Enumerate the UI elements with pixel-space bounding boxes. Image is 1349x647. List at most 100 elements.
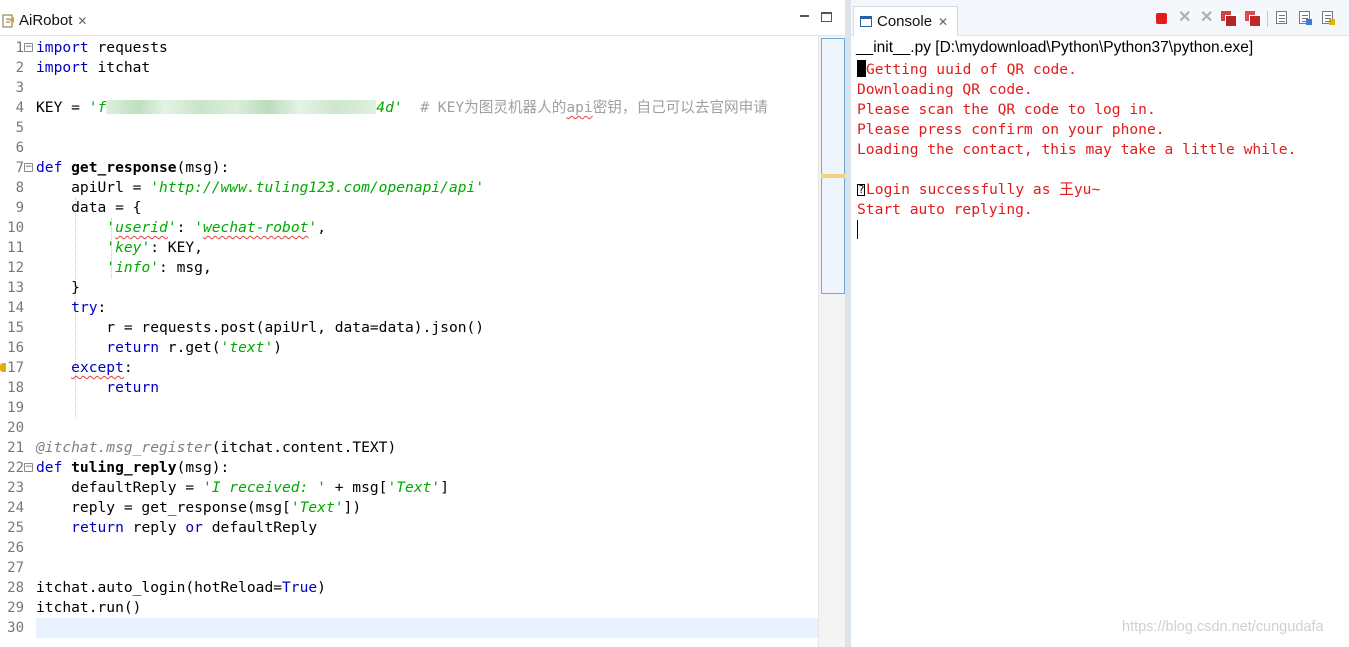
line-number: 28 bbox=[7, 580, 24, 596]
console-tabbar: Console ✕ ✕ ✕ bbox=[851, 0, 1349, 36]
console-output[interactable]: Getting uuid of QR code. Downloading QR … bbox=[857, 60, 1347, 240]
code-line: KEY = 'f 4d' # KEY为图灵机器人的api密钥，自己可以去官网申请 bbox=[36, 99, 768, 116]
code-line: return reply or defaultReply bbox=[71, 519, 318, 536]
code-line: r = requests.post(apiUrl, data=data).jso… bbox=[36, 319, 485, 336]
line-number: 2 bbox=[15, 60, 24, 76]
console-input-line[interactable] bbox=[857, 220, 1347, 240]
line-number: 29 bbox=[7, 600, 24, 616]
code-line: return bbox=[106, 379, 160, 396]
line-number: 20 bbox=[7, 420, 24, 436]
line-number: 7 bbox=[15, 160, 24, 176]
editor-scrollbar[interactable] bbox=[818, 36, 845, 647]
line-number: 10 bbox=[7, 220, 24, 236]
code-editor[interactable]: import requests import itchat KEY = 'f 4d… bbox=[36, 36, 818, 647]
redacted-key bbox=[106, 100, 377, 114]
line-number: 13 bbox=[7, 280, 24, 296]
code-line: return r.get('text') bbox=[106, 339, 283, 356]
code-line: @itchat.msg_register(itchat.content.TEXT… bbox=[36, 439, 397, 456]
watermark: https://blog.csdn.net/cungudafa bbox=[1122, 619, 1324, 635]
line-number: 26 bbox=[7, 540, 24, 556]
scroll-lock-icon[interactable] bbox=[1299, 11, 1312, 25]
line-number: 6 bbox=[15, 140, 24, 156]
code-line: defaultReply = 'I received: ' + msg['Tex… bbox=[36, 479, 449, 496]
console-line: Loading the contact, this may take a lit… bbox=[857, 141, 1297, 158]
line-number: 16 bbox=[7, 340, 24, 356]
minimize-icon[interactable] bbox=[799, 10, 811, 22]
line-number: 8 bbox=[15, 180, 24, 196]
line-number: 1 bbox=[15, 40, 24, 56]
line-number: 24 bbox=[7, 500, 24, 516]
editor-tabbar: AiRobot ✕ bbox=[0, 0, 845, 36]
scrollbar-warning-marker[interactable] bbox=[821, 174, 845, 178]
console-line: Start auto replying. bbox=[857, 201, 1033, 218]
line-number: 3 bbox=[15, 80, 24, 96]
line-number-gutter: 1 2 3 4 5 6 7 8 9 10 11 12 13 14 15 16 1… bbox=[0, 36, 36, 647]
code-line: data = { bbox=[36, 199, 142, 216]
code-line: itchat.auto_login(hotReload=True) bbox=[36, 579, 326, 596]
code-line: 'userid': 'wechat-robot', bbox=[106, 219, 327, 236]
pin-console-icon[interactable] bbox=[1322, 11, 1335, 25]
console-line: ?Login successfully as 王yu~ bbox=[857, 181, 1101, 198]
tab-airobot[interactable]: AiRobot ✕ bbox=[0, 6, 100, 35]
editor-pane: AiRobot ✕ 1 2 3 4 5 6 7 8 9 10 11 12 13 … bbox=[0, 0, 845, 647]
line-number: 9 bbox=[15, 200, 24, 216]
code-line: itchat.run() bbox=[36, 599, 142, 616]
tab-console[interactable]: Console ✕ bbox=[853, 6, 958, 36]
current-line-highlight bbox=[36, 618, 818, 638]
console-line: Please scan the QR code to log in. bbox=[857, 101, 1156, 118]
unknown-char-icon: ? bbox=[857, 183, 865, 196]
maximize-icon[interactable] bbox=[821, 12, 832, 22]
console-pane: Console ✕ ✕ ✕ __init__.py [D:\mydownload… bbox=[851, 0, 1349, 647]
line-number: 19 bbox=[7, 400, 24, 416]
console-line: Getting uuid of QR code. bbox=[857, 60, 1347, 80]
line-number: 15 bbox=[7, 320, 24, 336]
console-line: Please press confirm on your phone. bbox=[857, 121, 1165, 138]
line-number: 5 bbox=[15, 120, 24, 136]
scrollbar-thumb[interactable] bbox=[821, 38, 845, 294]
fold-toggle-icon[interactable]: − bbox=[24, 43, 33, 52]
tab-close-icon[interactable]: ✕ bbox=[938, 15, 948, 29]
process-label: __init__.py [D:\mydownload\Python\Python… bbox=[856, 39, 1254, 56]
code-line: import itchat bbox=[36, 59, 151, 76]
code-line: apiUrl = 'http://www.tuling123.com/opena… bbox=[36, 179, 485, 196]
line-number: 27 bbox=[7, 560, 24, 576]
line-number: 11 bbox=[7, 240, 24, 256]
console-line: Downloading QR code. bbox=[857, 81, 1033, 98]
tab-label: Console bbox=[877, 13, 933, 30]
code-line: import requests bbox=[36, 39, 168, 56]
warning-marker-icon[interactable] bbox=[0, 363, 6, 372]
terminate-icon[interactable] bbox=[1156, 13, 1167, 24]
code-line: reply = get_response(msg['Text']) bbox=[36, 499, 362, 516]
tab-label: AiRobot bbox=[19, 12, 73, 29]
fold-toggle-icon[interactable]: − bbox=[24, 463, 33, 472]
line-number: 30 bbox=[7, 620, 24, 636]
line-number: 22 bbox=[7, 460, 24, 476]
toolbar-separator bbox=[1267, 11, 1268, 27]
line-number: 21 bbox=[7, 440, 24, 456]
text-caret bbox=[857, 220, 858, 239]
code-line: 'info': msg, bbox=[106, 259, 212, 276]
line-number: 18 bbox=[7, 380, 24, 396]
remove-all-launches-icon[interactable]: ✕ bbox=[1200, 10, 1214, 26]
line-number: 25 bbox=[7, 520, 24, 536]
python-file-icon bbox=[2, 14, 15, 28]
console-icon bbox=[860, 16, 872, 27]
line-number: 12 bbox=[7, 260, 24, 276]
line-number: 14 bbox=[7, 300, 24, 316]
cursor-block bbox=[857, 60, 866, 77]
line-number: 4 bbox=[15, 100, 24, 116]
code-line: try: bbox=[71, 299, 107, 316]
line-number: 23 bbox=[7, 480, 24, 496]
fold-toggle-icon[interactable]: − bbox=[24, 163, 33, 172]
code-line: def tuling_reply(msg): bbox=[36, 459, 230, 476]
clear-console-icon[interactable] bbox=[1276, 11, 1287, 24]
code-line: except: bbox=[71, 359, 133, 376]
code-line: 'key': KEY, bbox=[106, 239, 203, 256]
terminate-all-icon[interactable] bbox=[1221, 11, 1237, 27]
tab-close-icon[interactable]: ✕ bbox=[77, 14, 87, 28]
terminate-relaunch-icon[interactable] bbox=[1245, 11, 1261, 27]
code-line: } bbox=[36, 279, 80, 296]
code-line: def get_response(msg): bbox=[36, 159, 230, 176]
remove-launch-icon[interactable]: ✕ bbox=[1178, 10, 1192, 26]
